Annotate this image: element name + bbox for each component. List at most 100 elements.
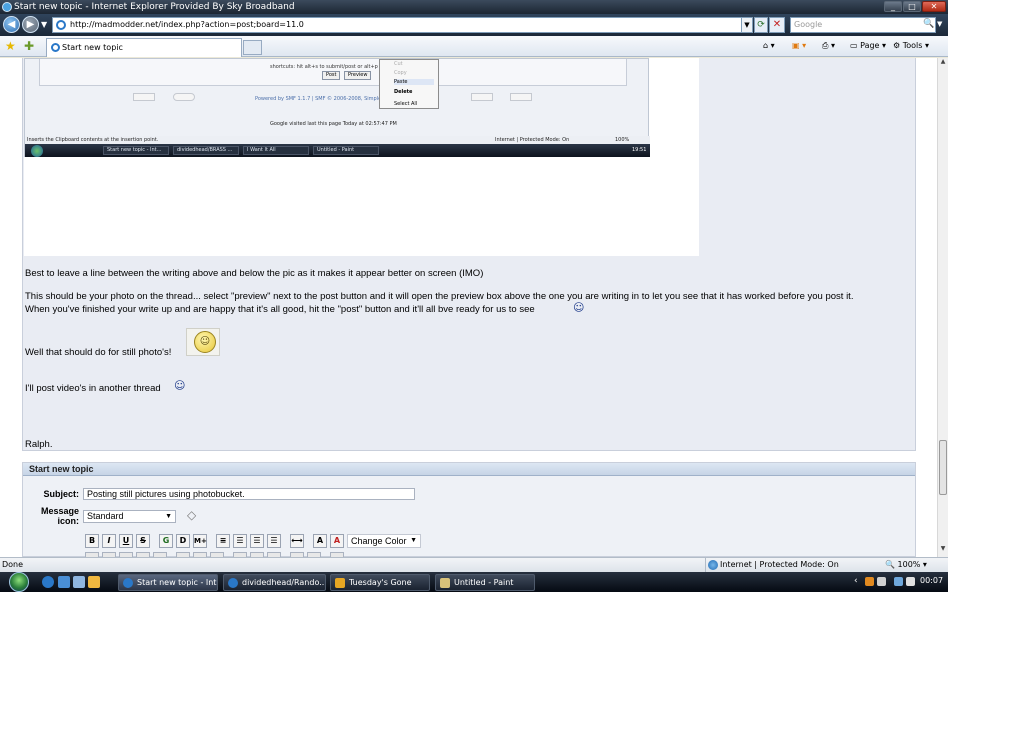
align-left-button[interactable]: ☰	[233, 534, 247, 548]
screenshot-clock: 19:51	[632, 147, 647, 153]
page-icon	[56, 20, 66, 30]
paint-icon	[440, 578, 450, 588]
horizontal-rule-button[interactable]: ⟷	[290, 534, 304, 548]
screenshot-inner: shortcuts: hit alt+s to submit/post or a…	[24, 58, 650, 157]
address-dropdown-icon[interactable]: ▼	[741, 17, 753, 33]
tab-start-new-topic[interactable]: Start new topic	[46, 38, 242, 57]
smiley-wink-icon: ☺	[186, 328, 220, 356]
taskbar-item-paint[interactable]: Untitled - Paint	[435, 574, 535, 591]
chevron-down-icon: ▼	[165, 513, 172, 520]
screenshot-task: dividedhead/BRASS ...	[173, 146, 239, 155]
change-color-select[interactable]: Change Color ▼	[347, 534, 421, 548]
status-bar: Done Internet | Protected Mode: On 🔍 100…	[0, 557, 948, 572]
search-icon[interactable]: 🔍	[923, 19, 934, 29]
add-favorite-icon[interactable]: ✚	[24, 39, 34, 53]
page-content: shortcuts: hit alt+s to submit/post or a…	[0, 58, 937, 557]
screenshot-taskbar: Start new topic - Int... dividedhead/BRA…	[25, 144, 650, 157]
message-body[interactable]: shortcuts: hit alt+s to submit/post or a…	[22, 58, 916, 451]
page-menu[interactable]: ▭ Page ▾	[850, 40, 886, 52]
zoom-control[interactable]: 🔍 100% ▾	[885, 558, 927, 572]
address-url: http://madmodder.net/index.php?action=po…	[70, 20, 304, 29]
search-placeholder: Google	[794, 20, 823, 29]
align-right-button[interactable]: ☰	[267, 534, 281, 548]
back-button[interactable]: ◀	[3, 16, 20, 33]
ie-logo-icon	[2, 2, 12, 12]
bold-button[interactable]: B	[85, 534, 99, 548]
tray-expand-icon[interactable]: ‹	[854, 576, 858, 586]
smiley-cool-icon: ☺	[573, 301, 585, 314]
new-tab-button[interactable]	[243, 40, 262, 55]
tab-label: Start new topic	[62, 43, 123, 52]
taskbar-item-label: dividedhead/Rando...	[242, 578, 326, 587]
screenshot-context-menu: Cut Copy Paste Delete Select All	[379, 59, 439, 109]
pre-button[interactable]: ≡	[216, 534, 230, 548]
screenshot-status-zoom: 100%	[615, 137, 630, 143]
start-new-topic-form: Start new topic Subject: Posting still p…	[22, 462, 916, 557]
tools-menu[interactable]: ⚙ Tools ▾	[893, 40, 929, 52]
search-dropdown-icon[interactable]: ▼	[937, 20, 942, 28]
recent-pages-dropdown-icon[interactable]: ▼	[41, 20, 47, 29]
screenshot-menu-item: Select All	[394, 101, 418, 107]
glow-button[interactable]: G	[159, 534, 173, 548]
taskbar-item-dividedhead[interactable]: dividedhead/Rando...	[223, 574, 326, 591]
message-icon-value: Standard	[87, 511, 124, 521]
scroll-down-icon[interactable]: ▼	[938, 545, 948, 555]
close-button[interactable]: ✕	[922, 1, 946, 12]
taskbar-item-start-new-topic[interactable]: Start new topic - Int...	[118, 574, 218, 591]
tray-app-icon[interactable]	[865, 577, 874, 586]
underline-button[interactable]: U	[119, 534, 133, 548]
font-face-button[interactable]: A	[330, 534, 344, 548]
rss-icon[interactable]: ▣ ▾	[792, 40, 806, 52]
address-row: ◀ ▶ ▼ http://madmodder.net/index.php?act…	[0, 14, 948, 36]
search-input[interactable]: Google	[790, 17, 936, 33]
screenshot-preview-button: Preview	[344, 71, 372, 80]
security-zone[interactable]: Internet | Protected Mode: On	[705, 558, 870, 572]
title-bar: Start new topic - Internet Explorer Prov…	[0, 0, 948, 14]
maximize-button[interactable]: □	[903, 1, 921, 12]
tray-app-icon[interactable]	[877, 577, 886, 586]
shadow-button[interactable]: D	[176, 534, 190, 548]
screenshot-powered-by: Powered by SMF 1.1.7 | SMF © 2006-2008, …	[255, 96, 382, 102]
post-line-2a: This should be your photo on the thread.…	[25, 291, 854, 302]
print-icon[interactable]: ⎙ ▾	[822, 40, 835, 52]
tab-row: ★ ✚ Start new topic ⌂ ▾ ▣ ▾ ⎙ ▾ ▭ Page ▾…	[0, 36, 948, 57]
subject-input[interactable]: Posting still pictures using photobucket…	[83, 488, 415, 500]
refresh-button[interactable]: ⟳	[754, 17, 768, 33]
media-player-icon	[335, 578, 345, 588]
switch-windows-icon[interactable]	[73, 576, 85, 588]
screenshot-status-zone: Internet | Protected Mode: On	[495, 137, 570, 143]
align-center-button[interactable]: ☰	[250, 534, 264, 548]
address-input[interactable]: http://madmodder.net/index.php?action=po…	[52, 17, 752, 33]
ie-quicklaunch-icon[interactable]	[42, 576, 54, 588]
home-icon[interactable]: ⌂ ▾	[763, 40, 775, 52]
taskbar-item-label: Start new topic - Int...	[137, 578, 218, 587]
screenshot-menu-item: Cut	[394, 61, 403, 67]
network-icon[interactable]	[894, 577, 903, 586]
italic-button[interactable]: I	[102, 534, 116, 548]
volume-icon[interactable]	[906, 577, 915, 586]
screenshot-badge	[173, 93, 195, 101]
tray-clock[interactable]: 00:07	[920, 576, 943, 585]
ie-icon	[123, 578, 133, 588]
font-size-button[interactable]: A	[313, 534, 327, 548]
message-icon-preview-icon: ◇	[187, 508, 197, 522]
minimize-button[interactable]: _	[884, 1, 902, 12]
taskbar-item-tuesdays-gone[interactable]: Tuesday's Gone	[330, 574, 430, 591]
screenshot-status-bar: Inserts the Clipboard contents at the in…	[25, 136, 650, 144]
start-button[interactable]	[6, 572, 32, 592]
scroll-thumb[interactable]	[939, 440, 947, 495]
vertical-scrollbar[interactable]: ▲ ▼	[937, 58, 948, 557]
screenshot-menu-item: Paste	[394, 79, 434, 85]
strike-button[interactable]: S	[136, 534, 150, 548]
screenshot-menu-item: Copy	[394, 70, 407, 76]
stop-button[interactable]: ✕	[769, 17, 785, 33]
show-desktop-icon[interactable]	[58, 576, 70, 588]
taskbar-item-label: Untitled - Paint	[454, 578, 514, 587]
marquee-button[interactable]: M+	[193, 534, 207, 548]
scroll-up-icon[interactable]: ▲	[938, 58, 948, 68]
message-icon-select[interactable]: Standard ▼	[83, 510, 176, 523]
media-player-icon[interactable]	[88, 576, 100, 588]
favorites-star-icon[interactable]: ★	[5, 39, 16, 53]
forward-button[interactable]: ▶	[22, 16, 39, 33]
screenshot-badge	[510, 93, 532, 101]
